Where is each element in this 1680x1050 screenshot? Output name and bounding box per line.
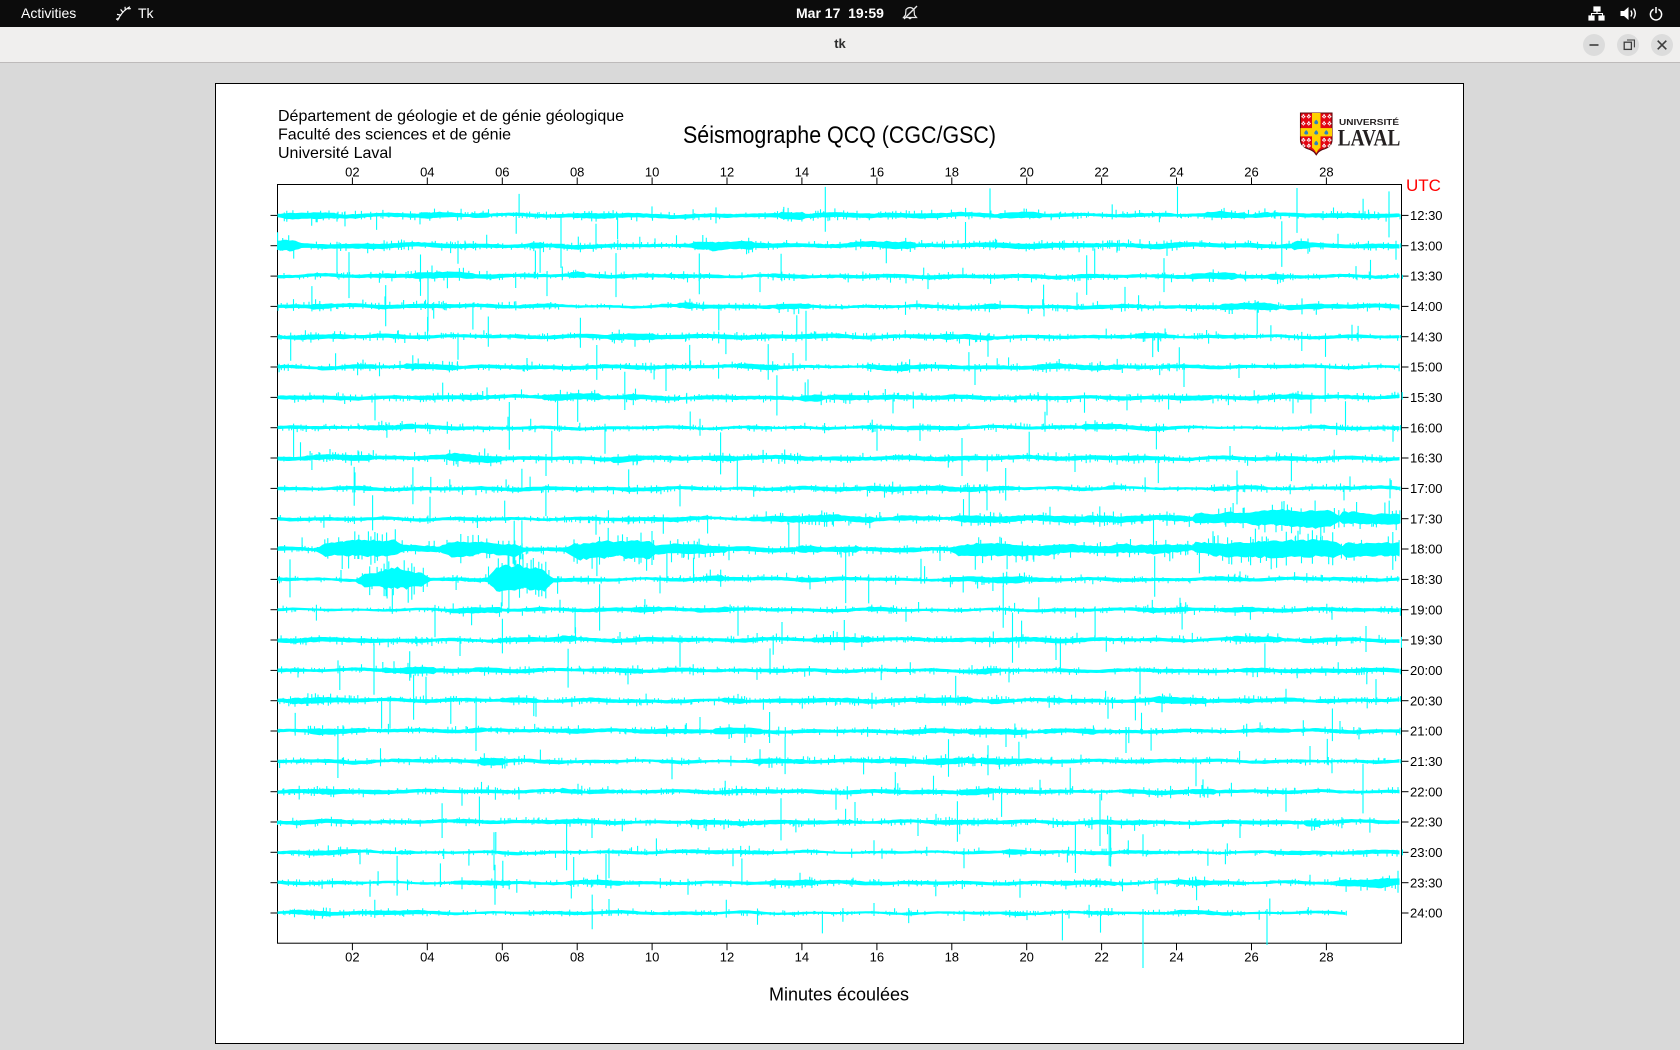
svg-text:19:00: 19:00 [1410, 602, 1443, 617]
svg-text:12:30: 12:30 [1410, 208, 1443, 223]
svg-text:21:00: 21:00 [1410, 724, 1443, 739]
svg-text:23:30: 23:30 [1410, 875, 1443, 890]
svg-text:20:30: 20:30 [1410, 693, 1443, 708]
svg-text:24:00: 24:00 [1410, 906, 1443, 921]
svg-text:18: 18 [945, 950, 959, 965]
svg-text:14: 14 [795, 950, 809, 965]
svg-text:18:30: 18:30 [1410, 572, 1443, 587]
svg-text:16:00: 16:00 [1410, 420, 1443, 435]
svg-text:LAVAL: LAVAL [1338, 126, 1401, 152]
svg-text:23:00: 23:00 [1410, 845, 1443, 860]
svg-text:08: 08 [570, 950, 584, 965]
svg-text:17:00: 17:00 [1410, 481, 1443, 496]
svg-text:UTC: UTC [1406, 176, 1441, 195]
svg-text:08: 08 [570, 165, 584, 180]
svg-text:13:30: 13:30 [1410, 269, 1443, 284]
svg-text:19:30: 19:30 [1410, 633, 1443, 648]
svg-text:10: 10 [645, 950, 659, 965]
svg-text:06: 06 [495, 165, 509, 180]
svg-text:14: 14 [795, 165, 809, 180]
svg-text:02: 02 [345, 950, 359, 965]
svg-text:15:30: 15:30 [1410, 390, 1443, 405]
svg-text:Faculté des sciences et de gén: Faculté des sciences et de génie [278, 127, 511, 144]
svg-text:Département de géologie et de: Département de géologie et de génie géol… [278, 108, 624, 125]
svg-text:16:30: 16:30 [1410, 451, 1443, 466]
svg-text:20: 20 [1019, 950, 1033, 965]
svg-text:22: 22 [1094, 950, 1108, 965]
svg-text:20: 20 [1019, 165, 1033, 180]
svg-text:26: 26 [1244, 950, 1258, 965]
svg-text:16: 16 [870, 950, 884, 965]
svg-text:14:30: 14:30 [1410, 329, 1443, 344]
svg-text:18:00: 18:00 [1410, 542, 1443, 557]
svg-text:Minutes écoulées: Minutes écoulées [769, 985, 909, 1005]
svg-text:20:00: 20:00 [1410, 663, 1443, 678]
svg-text:Université Laval: Université Laval [278, 145, 392, 162]
svg-text:28: 28 [1319, 165, 1333, 180]
svg-text:04: 04 [420, 950, 434, 965]
svg-text:22:00: 22:00 [1410, 784, 1443, 799]
svg-text:18: 18 [945, 165, 959, 180]
svg-text:06: 06 [495, 950, 509, 965]
svg-text:24: 24 [1169, 165, 1183, 180]
svg-text:28: 28 [1319, 950, 1333, 965]
svg-text:14:00: 14:00 [1410, 299, 1443, 314]
svg-text:12: 12 [720, 165, 734, 180]
svg-text:Séismographe QCQ (CGC/GSC): Séismographe QCQ (CGC/GSC) [683, 122, 996, 149]
svg-text:17:30: 17:30 [1410, 511, 1443, 526]
svg-text:22: 22 [1094, 165, 1108, 180]
svg-text:26: 26 [1244, 165, 1258, 180]
svg-text:04: 04 [420, 165, 434, 180]
svg-text:12: 12 [720, 950, 734, 965]
svg-text:15:00: 15:00 [1410, 360, 1443, 375]
svg-text:16: 16 [870, 165, 884, 180]
svg-text:21:30: 21:30 [1410, 754, 1443, 769]
svg-text:24: 24 [1169, 950, 1183, 965]
svg-text:02: 02 [345, 165, 359, 180]
svg-text:22:30: 22:30 [1410, 815, 1443, 830]
svg-text:10: 10 [645, 165, 659, 180]
svg-text:13:00: 13:00 [1410, 238, 1443, 253]
